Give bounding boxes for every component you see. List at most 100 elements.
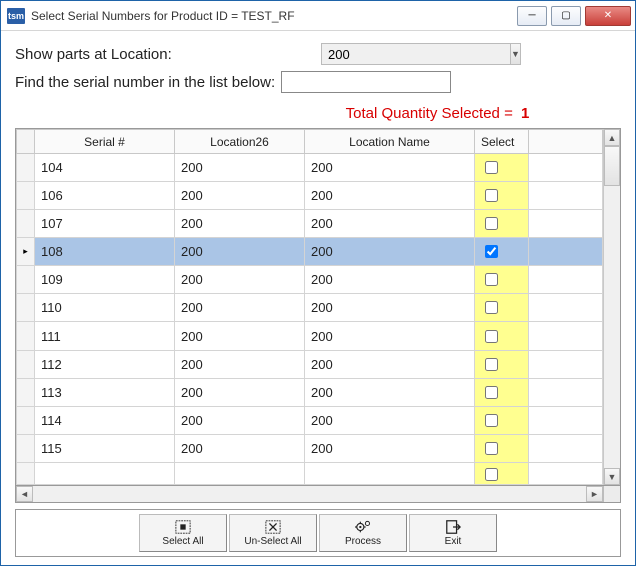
- cell-locname[interactable]: 200: [305, 350, 475, 378]
- cell-locname[interactable]: 200: [305, 406, 475, 434]
- cell-serial[interactable]: 113: [35, 378, 175, 406]
- cell-serial[interactable]: 104: [35, 154, 175, 182]
- cell-select[interactable]: [475, 238, 529, 266]
- table-row[interactable]: 115200200: [17, 434, 603, 462]
- select-all-button[interactable]: Select All: [139, 514, 227, 552]
- col-select[interactable]: Select: [475, 130, 529, 154]
- cell-locname[interactable]: 200: [305, 266, 475, 294]
- cell-loc[interactable]: 200: [175, 350, 305, 378]
- row-indicator: [17, 434, 35, 462]
- cell-locname[interactable]: [305, 462, 475, 484]
- location-input[interactable]: [321, 43, 510, 65]
- scroll-up-icon[interactable]: ▲: [604, 129, 620, 146]
- cell-loc[interactable]: 200: [175, 154, 305, 182]
- cell-serial[interactable]: 114: [35, 406, 175, 434]
- minimize-button[interactable]: ─: [517, 6, 547, 26]
- table-row[interactable]: 107200200: [17, 210, 603, 238]
- table-row[interactable]: 104200200: [17, 154, 603, 182]
- cell-locname[interactable]: 200: [305, 238, 475, 266]
- select-checkbox[interactable]: [485, 386, 498, 399]
- col-location-name[interactable]: Location Name: [305, 130, 475, 154]
- cell-serial[interactable]: 109: [35, 266, 175, 294]
- cell-loc[interactable]: [175, 462, 305, 484]
- table-row[interactable]: 112200200: [17, 350, 603, 378]
- cell-loc[interactable]: 200: [175, 378, 305, 406]
- cell-serial[interactable]: 110: [35, 294, 175, 322]
- cell-locname[interactable]: 200: [305, 378, 475, 406]
- table-row[interactable]: 114200200: [17, 406, 603, 434]
- select-checkbox[interactable]: [485, 330, 498, 343]
- cell-serial[interactable]: 107: [35, 210, 175, 238]
- cell-select[interactable]: [475, 406, 529, 434]
- cell-select[interactable]: [475, 350, 529, 378]
- process-button[interactable]: Process: [319, 514, 407, 552]
- table-row[interactable]: 113200200: [17, 378, 603, 406]
- scroll-down-icon[interactable]: ▼: [604, 468, 620, 485]
- select-checkbox[interactable]: [485, 358, 498, 371]
- cell-loc[interactable]: 200: [175, 434, 305, 462]
- cell-locname[interactable]: 200: [305, 294, 475, 322]
- select-checkbox[interactable]: [485, 217, 498, 230]
- cell-serial[interactable]: 111: [35, 322, 175, 350]
- unselect-all-button[interactable]: Un-Select All: [229, 514, 317, 552]
- find-input[interactable]: [281, 71, 451, 93]
- table-row[interactable]: [17, 462, 603, 484]
- exit-button[interactable]: Exit: [409, 514, 497, 552]
- cell-select[interactable]: [475, 378, 529, 406]
- select-checkbox[interactable]: [485, 161, 498, 174]
- cell-select[interactable]: [475, 294, 529, 322]
- hscroll-track[interactable]: [33, 486, 586, 502]
- cell-extra: [529, 294, 603, 322]
- cell-select[interactable]: [475, 434, 529, 462]
- select-checkbox[interactable]: [485, 245, 498, 258]
- col-extra: [529, 130, 603, 154]
- cell-serial[interactable]: 115: [35, 434, 175, 462]
- table-row[interactable]: 108200200: [17, 238, 603, 266]
- location-row: Show parts at Location: ▼: [15, 43, 621, 65]
- scroll-right-icon[interactable]: ►: [586, 486, 603, 502]
- cell-locname[interactable]: 200: [305, 182, 475, 210]
- select-checkbox[interactable]: [485, 189, 498, 202]
- chevron-down-icon[interactable]: ▼: [510, 43, 521, 65]
- cell-locname[interactable]: 200: [305, 434, 475, 462]
- select-checkbox[interactable]: [485, 442, 498, 455]
- vertical-scrollbar[interactable]: ▲ ▼: [603, 129, 620, 485]
- horizontal-scrollbar[interactable]: ◄ ►: [15, 486, 621, 503]
- cell-loc[interactable]: 200: [175, 210, 305, 238]
- cell-select[interactable]: [475, 210, 529, 238]
- cell-select[interactable]: [475, 462, 529, 484]
- select-checkbox[interactable]: [485, 468, 498, 481]
- cell-loc[interactable]: 200: [175, 266, 305, 294]
- table-row[interactable]: 111200200: [17, 322, 603, 350]
- cell-loc[interactable]: 200: [175, 182, 305, 210]
- maximize-button[interactable]: ▢: [551, 6, 581, 26]
- col-serial[interactable]: Serial #: [35, 130, 175, 154]
- scroll-thumb[interactable]: [604, 146, 620, 186]
- scroll-track[interactable]: [604, 186, 620, 468]
- select-checkbox[interactable]: [485, 301, 498, 314]
- table-row[interactable]: 110200200: [17, 294, 603, 322]
- location-select[interactable]: ▼: [321, 43, 491, 65]
- cell-locname[interactable]: 200: [305, 154, 475, 182]
- table-row[interactable]: 109200200: [17, 266, 603, 294]
- cell-serial[interactable]: 106: [35, 182, 175, 210]
- col-location[interactable]: Location26: [175, 130, 305, 154]
- select-checkbox[interactable]: [485, 273, 498, 286]
- cell-serial[interactable]: 112: [35, 350, 175, 378]
- cell-select[interactable]: [475, 322, 529, 350]
- cell-locname[interactable]: 200: [305, 322, 475, 350]
- cell-select[interactable]: [475, 182, 529, 210]
- cell-select[interactable]: [475, 266, 529, 294]
- cell-loc[interactable]: 200: [175, 238, 305, 266]
- cell-select[interactable]: [475, 154, 529, 182]
- cell-serial[interactable]: 108: [35, 238, 175, 266]
- cell-loc[interactable]: 200: [175, 294, 305, 322]
- cell-loc[interactable]: 200: [175, 406, 305, 434]
- select-checkbox[interactable]: [485, 414, 498, 427]
- cell-loc[interactable]: 200: [175, 322, 305, 350]
- scroll-left-icon[interactable]: ◄: [16, 486, 33, 502]
- table-row[interactable]: 106200200: [17, 182, 603, 210]
- close-button[interactable]: ✕: [585, 6, 631, 26]
- cell-locname[interactable]: 200: [305, 210, 475, 238]
- cell-serial[interactable]: [35, 462, 175, 484]
